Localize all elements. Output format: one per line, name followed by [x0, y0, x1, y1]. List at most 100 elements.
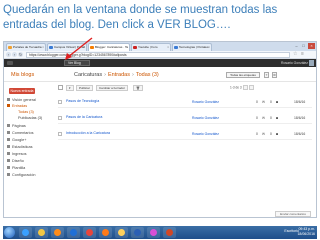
- minimize-button[interactable]: –: [293, 43, 300, 49]
- blogger-header: Mis blogs Caricaturas › Entradas › Todas (3)…: [4, 67, 316, 82]
- sidebar-item-comments[interactable]: Comentarios: [7, 130, 34, 136]
- sidebar-item-layout[interactable]: Diseño: [7, 158, 24, 164]
- sidebar-item-label: Estadísticas: [12, 145, 33, 149]
- sidebar-item-published[interactable]: Publicadas (3): [18, 115, 42, 121]
- help-icon[interactable]: ?: [264, 72, 269, 78]
- menu-icon[interactable]: ≡: [301, 51, 304, 57]
- taskbar-app[interactable]: [147, 227, 160, 238]
- posts-icon: [7, 104, 10, 107]
- close-tab-icon[interactable]: ×: [42, 44, 44, 51]
- row-checkbox[interactable]: [58, 132, 62, 136]
- label-icon[interactable]: ▾: [66, 85, 74, 91]
- post-title[interactable]: Pasos de Tecnología: [66, 99, 99, 103]
- browser-tab-active[interactable]: Blogger: Caricaturas · To ×: [88, 43, 130, 51]
- sidebar-item-label: Diseño: [12, 159, 24, 163]
- forward-arrow-icon[interactable]: ›: [12, 52, 17, 57]
- table-row[interactable]: Introducción a la Caricatura Rosario Gon…: [58, 129, 312, 140]
- labels-filter-dropdown[interactable]: Todas las etiquetas: [226, 72, 260, 78]
- tab-label: Youtube | Foro: [138, 45, 158, 49]
- taskbar-app[interactable]: [163, 227, 176, 238]
- back-arrow-icon[interactable]: ‹: [6, 52, 11, 57]
- tab-favicon-icon: [133, 46, 137, 49]
- sidebar-item-stats[interactable]: Estadísticas: [7, 144, 33, 150]
- view-blog-selector[interactable]: Ver Blog: [64, 60, 90, 66]
- post-author[interactable]: Rosario González: [192, 100, 219, 104]
- views-icon: ◙: [276, 132, 279, 136]
- start-button[interactable]: [4, 227, 15, 238]
- pages-icon: [7, 124, 10, 127]
- table-row[interactable]: Pasos de Tecnología Rosario González 0 ✉…: [58, 97, 312, 108]
- gear-icon[interactable]: ⚙: [272, 72, 277, 78]
- my-blogs-link[interactable]: Mis blogs: [11, 72, 34, 78]
- sidebar-item-pages[interactable]: Páginas: [7, 123, 26, 129]
- browser-tab[interactable]: Youtube | Foro ×: [131, 43, 171, 51]
- post-date: 18/6/16: [294, 116, 306, 120]
- close-tab-icon[interactable]: ×: [126, 44, 128, 51]
- sidebar-item-template[interactable]: Plantilla: [7, 165, 26, 171]
- taskbar-app[interactable]: [115, 227, 128, 238]
- browser-tab[interactable]: Tecnologías | Portales ×: [172, 43, 212, 51]
- row-checkbox[interactable]: [58, 116, 62, 120]
- sidebar-item-settings[interactable]: Configuración: [7, 172, 35, 178]
- next-page-button[interactable]: [248, 85, 254, 90]
- user-name[interactable]: Rosario González: [281, 60, 308, 66]
- bookmark-star-icon[interactable]: ☆: [293, 51, 297, 57]
- row-checkbox[interactable]: [58, 100, 62, 104]
- breadcrumb-all[interactable]: Todas (3): [136, 72, 159, 78]
- sidebar-item-label: Plantilla: [12, 166, 26, 170]
- browser-tab[interactable]: Campus Virtual | Portal ×: [47, 43, 87, 51]
- select-all-checkbox[interactable]: [58, 85, 63, 90]
- tab-favicon-icon: [49, 46, 53, 49]
- sidebar-item-google-plus[interactable]: Google+: [7, 137, 27, 143]
- browser-window: Portales de Tucuadra × Campus Virtual | P…: [3, 41, 317, 218]
- pager-label: 1-3 de 3: [230, 85, 242, 90]
- new-post-button[interactable]: Nueva entrada: [9, 88, 35, 94]
- taskbar-app[interactable]: [67, 227, 80, 238]
- taskbar-app[interactable]: [99, 227, 112, 238]
- revert-draft-button[interactable]: Cambiar a borrador: [96, 85, 129, 91]
- address-bar-row: ‹ › ↻ https://www.blogger.com/blogger.g?…: [4, 51, 316, 59]
- sidebar-item-label: Comentarios: [12, 131, 34, 135]
- clock[interactable]: 09:43 p.m. 18/06/2016: [297, 227, 315, 237]
- delete-icon[interactable]: 🗑: [133, 85, 143, 91]
- url-field[interactable]: https://www.blogger.com/blogger.g?blogID…: [26, 52, 290, 58]
- post-date: 18/6/16: [294, 100, 306, 104]
- stats-icon: [7, 145, 10, 148]
- taskbar-app[interactable]: [51, 227, 64, 238]
- chrome-icon: [86, 229, 93, 236]
- instruction-caption: Quedarán en la ventana donde se muestran…: [3, 4, 278, 31]
- taskbar-app[interactable]: [19, 227, 32, 238]
- close-tab-icon[interactable]: ×: [83, 44, 85, 51]
- maximize-button[interactable]: □: [300, 43, 307, 49]
- feedback-button[interactable]: Enviar comentarios: [275, 211, 311, 217]
- publish-button[interactable]: Publicar: [76, 85, 93, 91]
- sidebar: Nueva entrada Visión general Entradas To…: [4, 82, 52, 217]
- sidebar-item-label: Google+: [12, 138, 27, 142]
- post-author[interactable]: Rosario González: [192, 132, 219, 136]
- sidebar-item-label: Visión general: [12, 98, 36, 102]
- sidebar-item-earnings[interactable]: Ingresos: [7, 151, 27, 157]
- table-row[interactable]: Pasos de la Caricatura Rosario González …: [58, 113, 312, 124]
- post-title[interactable]: Introducción a la Caricatura: [66, 131, 110, 135]
- explorer-icon: [38, 229, 45, 236]
- view-count: 0: [270, 100, 272, 104]
- tab-label: Campus Virtual | Portal: [54, 45, 85, 49]
- avatar[interactable]: [309, 60, 314, 66]
- blogger-logo-icon[interactable]: [7, 61, 13, 65]
- breadcrumb-posts[interactable]: Entradas: [108, 72, 130, 78]
- post-author[interactable]: Rosario González: [192, 116, 219, 120]
- close-tab-icon[interactable]: ×: [208, 44, 210, 51]
- view-count: 0: [270, 132, 272, 136]
- tab-label: Portales de Tucuadra: [13, 45, 42, 49]
- taskbar-app[interactable]: [35, 227, 48, 238]
- close-tab-icon[interactable]: ×: [167, 44, 169, 51]
- browser-tab[interactable]: Portales de Tucuadra ×: [6, 43, 46, 51]
- paint-icon: [150, 229, 157, 236]
- breadcrumb-blog[interactable]: Caricaturas: [74, 72, 102, 78]
- taskbar-app[interactable]: [83, 227, 96, 238]
- close-window-button[interactable]: ×: [308, 43, 315, 49]
- reload-icon[interactable]: ↻: [18, 52, 23, 57]
- post-title[interactable]: Pasos de la Caricatura: [66, 115, 102, 119]
- taskbar-app[interactable]: [131, 227, 144, 238]
- prev-page-button[interactable]: [242, 85, 248, 90]
